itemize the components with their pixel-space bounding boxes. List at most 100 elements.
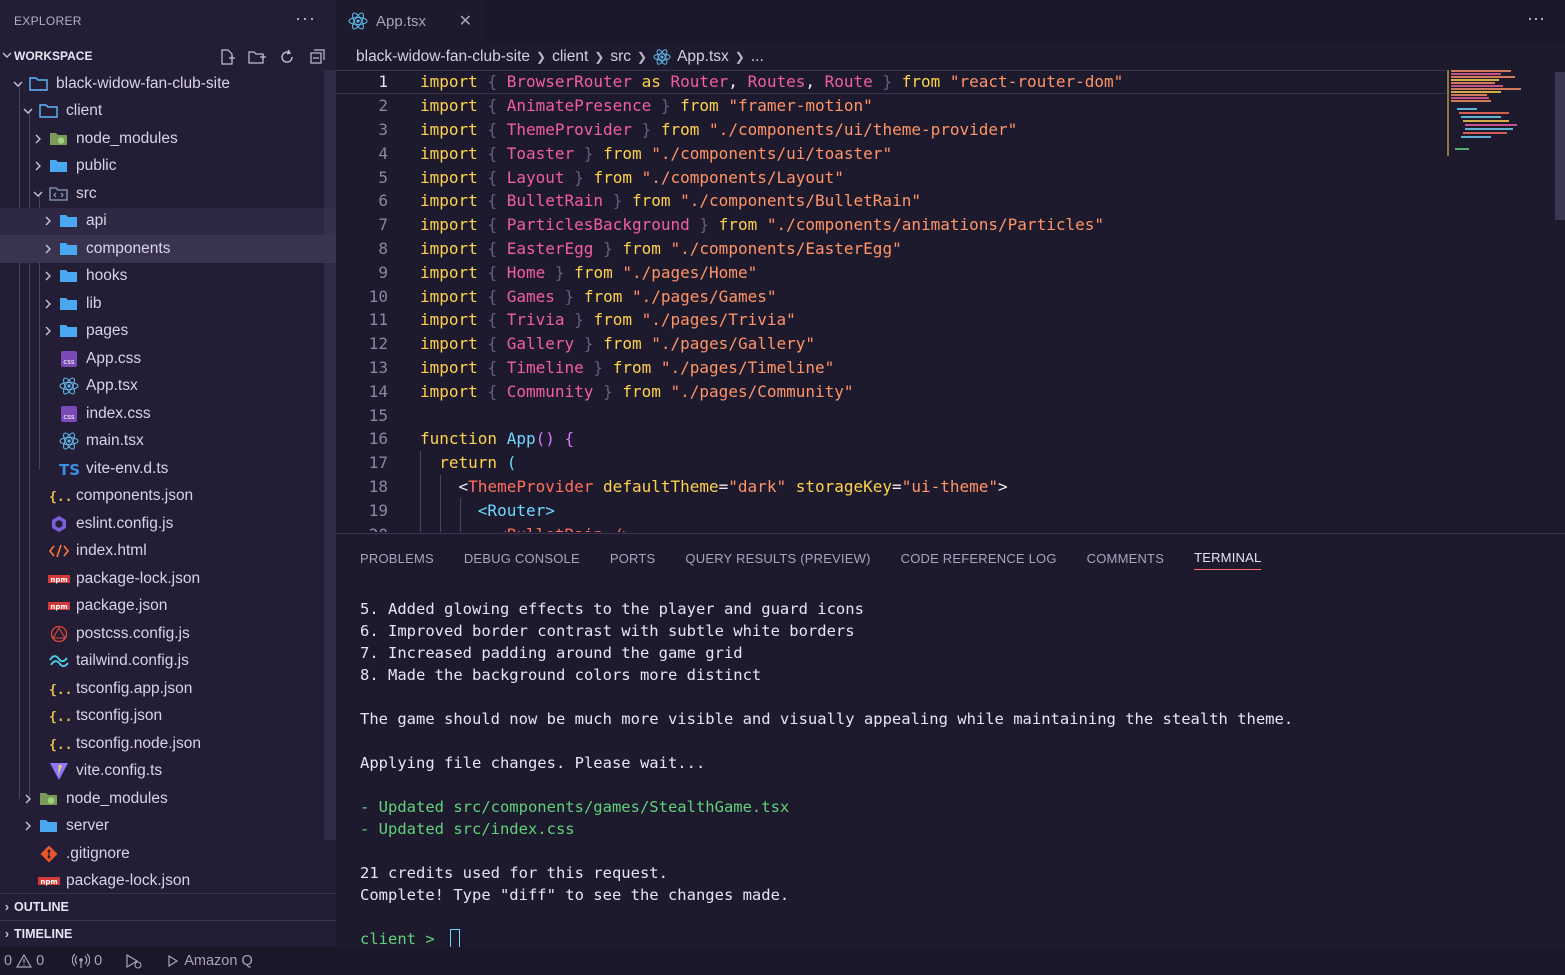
tree-item[interactable]: css App.css bbox=[0, 345, 336, 373]
tree-item[interactable]: .gitignore bbox=[0, 840, 336, 868]
npm-icon: npm bbox=[48, 569, 70, 589]
tree-item[interactable]: {..} tsconfig.node.json bbox=[0, 730, 336, 758]
chevron-right-icon: ❯ bbox=[594, 50, 605, 64]
code-line: 14 import { Community } from "./pages/Com… bbox=[336, 379, 1446, 403]
code-line: 1 import { BrowserRouter as Router, Route… bbox=[336, 70, 1446, 94]
timeline-section-header[interactable]: › TIMELINE bbox=[0, 920, 336, 946]
panel-tab[interactable]: CODE REFERENCE LOG bbox=[901, 546, 1057, 570]
tree-item[interactable]: pages bbox=[0, 318, 336, 346]
close-icon[interactable]: ✕ bbox=[459, 11, 472, 31]
chevron-right-icon bbox=[38, 294, 58, 314]
tree-item[interactable]: {..} tsconfig.json bbox=[0, 703, 336, 731]
tree-item[interactable]: npm package-lock.json bbox=[0, 868, 336, 896]
tree-item[interactable]: App.tsx bbox=[0, 373, 336, 401]
panel-tab[interactable]: PROBLEMS bbox=[360, 546, 434, 570]
tree-item[interactable]: index.html bbox=[0, 538, 336, 566]
minimap[interactable] bbox=[1447, 70, 1527, 160]
tree-item[interactable]: server bbox=[0, 813, 336, 841]
tab-app-tsx[interactable]: App.tsx ✕ bbox=[336, 0, 484, 42]
refresh-icon[interactable] bbox=[276, 46, 298, 68]
panel-tab[interactable]: PORTS bbox=[610, 546, 656, 570]
tree-item[interactable]: hooks bbox=[0, 263, 336, 291]
tree-item[interactable]: eslint.config.js bbox=[0, 510, 336, 538]
git-icon bbox=[38, 844, 60, 864]
panel-tab[interactable]: TERMINAL bbox=[1194, 546, 1262, 570]
more-actions-icon[interactable]: ··· bbox=[295, 8, 316, 29]
tree-item[interactable]: node_modules bbox=[0, 785, 336, 813]
tree-item[interactable]: main.tsx bbox=[0, 428, 336, 456]
breadcrumb-item[interactable]: client bbox=[552, 48, 588, 66]
tree-item[interactable]: components bbox=[0, 235, 336, 263]
sidebar-scrollbar[interactable] bbox=[324, 70, 336, 840]
code-text: import { Home } from "./pages/Home" bbox=[420, 262, 758, 282]
tree-item-label: postcss.config.js bbox=[76, 624, 190, 642]
chevron-down-icon bbox=[28, 184, 48, 204]
tree-item[interactable]: {..} tsconfig.app.json bbox=[0, 675, 336, 703]
npm-icon: npm bbox=[38, 871, 60, 891]
play-icon bbox=[168, 954, 179, 968]
json-icon: {..} bbox=[48, 486, 70, 506]
amazon-q-status[interactable]: Amazon Q bbox=[166, 953, 253, 969]
tree-item[interactable]: css index.css bbox=[0, 400, 336, 428]
src-folder-icon bbox=[48, 184, 70, 204]
editor-scrollbar[interactable] bbox=[1555, 72, 1565, 220]
tree-item-label: main.tsx bbox=[86, 432, 144, 450]
tree-item[interactable]: tailwind.config.js bbox=[0, 648, 336, 676]
tree-item[interactable]: node_modules bbox=[0, 125, 336, 153]
tree-item[interactable]: client bbox=[0, 98, 336, 126]
breadcrumb-item[interactable]: App.tsx bbox=[677, 48, 729, 66]
editor-more-actions-icon[interactable]: ··· bbox=[1527, 8, 1545, 29]
terminal-line: - Updated src/index.css bbox=[360, 820, 575, 838]
tree-item[interactable]: lib bbox=[0, 290, 336, 318]
ports-status[interactable]: 0 bbox=[72, 953, 102, 969]
tree-item[interactable]: vite.config.ts bbox=[0, 758, 336, 786]
terminal-output[interactable]: 5. Added glowing effects to the player a… bbox=[360, 598, 1293, 950]
breadcrumb-item[interactable]: src bbox=[610, 48, 631, 66]
tree-item-label: tsconfig.app.json bbox=[76, 679, 193, 697]
svg-text:npm: npm bbox=[40, 878, 57, 886]
problems-status[interactable]: 0 0 bbox=[4, 953, 44, 969]
code-editor[interactable]: 1 import { BrowserRouter as Router, Route… bbox=[336, 70, 1565, 532]
tree-item[interactable]: api bbox=[0, 207, 336, 235]
tree-item[interactable]: npm package.json bbox=[0, 593, 336, 621]
tree-item-label: tsconfig.json bbox=[76, 707, 163, 725]
chevron-right-icon bbox=[38, 239, 58, 259]
tree-item[interactable]: {..} components.json bbox=[0, 483, 336, 511]
tree-item[interactable]: postcss.config.js bbox=[0, 620, 336, 648]
line-number: 14 bbox=[368, 381, 388, 401]
npm-icon: npm bbox=[48, 596, 70, 616]
tree-item[interactable]: npm package-lock.json bbox=[0, 565, 336, 593]
tree-item[interactable]: public bbox=[0, 153, 336, 181]
panel-tab[interactable]: DEBUG CONSOLE bbox=[464, 546, 580, 570]
line-number: 2 bbox=[378, 96, 388, 116]
workspace-section-header[interactable]: WORKSPACE bbox=[0, 42, 336, 70]
chevron-right-icon bbox=[18, 816, 38, 836]
tree-item-label: tailwind.config.js bbox=[76, 652, 189, 670]
tree-item-label: App.css bbox=[86, 349, 142, 367]
svg-text:{..}: {..} bbox=[49, 683, 70, 697]
collapse-all-icon[interactable] bbox=[306, 46, 328, 68]
new-file-icon[interactable] bbox=[216, 46, 238, 68]
tree-item[interactable]: src bbox=[0, 180, 336, 208]
breadcrumb-item[interactable]: black-widow-fan-club-site bbox=[356, 48, 530, 66]
tree-item-label: .gitignore bbox=[66, 844, 130, 862]
remote-status[interactable] bbox=[124, 953, 144, 969]
tree-item[interactable]: black-widow-fan-club-site bbox=[0, 70, 336, 98]
tree-item-label: vite-env.d.ts bbox=[86, 459, 169, 477]
panel-tab[interactable]: QUERY RESULTS (PREVIEW) bbox=[685, 546, 870, 570]
chevron-right-icon bbox=[38, 266, 58, 286]
code-text: import { Timeline } from "./pages/Timeli… bbox=[420, 357, 835, 377]
outline-section-header[interactable]: › OUTLINE bbox=[0, 893, 336, 919]
editor-tabbar: App.tsx ✕ ··· bbox=[336, 0, 1565, 42]
panel-tab[interactable]: COMMENTS bbox=[1087, 546, 1164, 570]
line-number: 8 bbox=[378, 238, 388, 258]
new-folder-icon[interactable] bbox=[246, 46, 268, 68]
debug-icon bbox=[126, 953, 142, 969]
tree-item[interactable]: TS vite-env.d.ts bbox=[0, 455, 336, 483]
breadcrumb-item[interactable]: ... bbox=[751, 48, 764, 66]
warning-count: 0 bbox=[36, 953, 45, 969]
